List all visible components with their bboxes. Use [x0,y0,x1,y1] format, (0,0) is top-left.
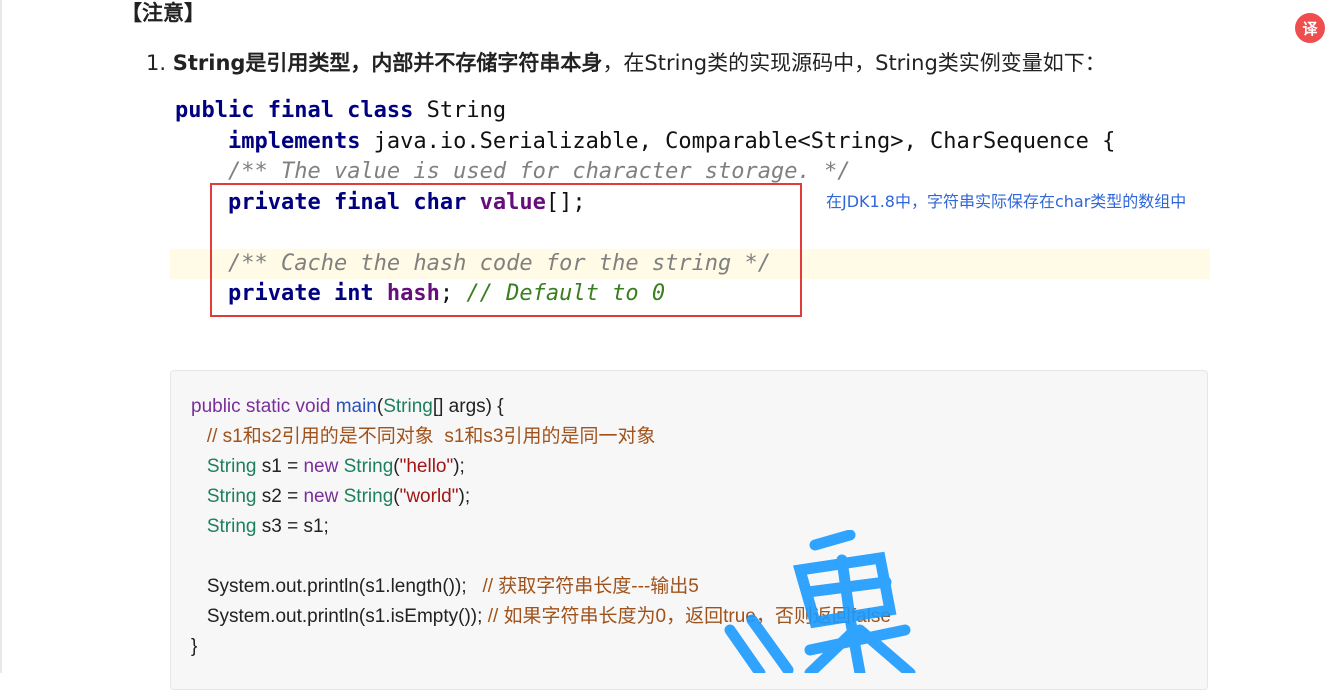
annotation-note: 在JDK1.8中，字符串实际保存在char类型的数组中 [826,192,1187,211]
note-heading: 【注意】 [121,1,205,25]
code-type: String [383,396,433,417]
list-item-1: 1. String是引用类型，内部并不存储字符串本身，在String类的实现源码… [146,47,1106,77]
code-text: } [191,636,198,657]
code-keyword: public final class [175,98,414,123]
code-block-main: public static void main(String[] args) {… [170,370,1208,690]
code-comment: // 获取字符串长度---输出5 [482,576,699,597]
code-keyword: new [303,486,344,507]
code-string: "world" [399,486,459,507]
code-text: System.out.println(s1.length()); [191,576,483,597]
code-text: String [413,98,507,123]
code-type: String [343,486,394,507]
code-text: ); [458,486,471,507]
code-text: [] args) { [432,396,504,417]
code-text: System.out.println(s1.isEmpty()); [191,606,488,627]
code-text: s2 = [256,486,304,507]
code-comment: // s1和s2引用的是不同对象 s1和s3引用的是同一对象 [191,426,656,447]
list-bold-text: String是引用类型，内部并不存储字符串本身 [172,51,603,75]
badge-glyph: 译 [1302,19,1318,38]
code-comment: // 如果字符串长度为0，返回true，否则返回false [487,606,891,627]
list-number: 1. [146,51,167,75]
highlight-box [210,183,802,317]
code-type: String [191,456,257,477]
code-text: ); [453,456,465,477]
code-comment: /** The value is used for character stor… [227,159,851,184]
translate-icon[interactable]: 译 [1295,13,1325,43]
list-rest-text: ，在String类的实现源码中，String类实例变量如下： [602,51,1106,75]
code-text: java.io.Serializable, Comparable<String>… [360,128,1116,154]
code-function: main [335,396,377,417]
code-keyword: new [303,456,344,477]
code-string: "hello" [399,456,454,477]
code-keyword: public static void [191,396,336,417]
code-keyword: implements [227,128,361,154]
left-border [0,0,2,673]
code-text: s3 = s1; [256,516,329,537]
code-type: String [191,516,257,537]
code-type: String [191,486,257,507]
code-text: s1 = [256,456,304,477]
code-type: String [343,456,394,477]
